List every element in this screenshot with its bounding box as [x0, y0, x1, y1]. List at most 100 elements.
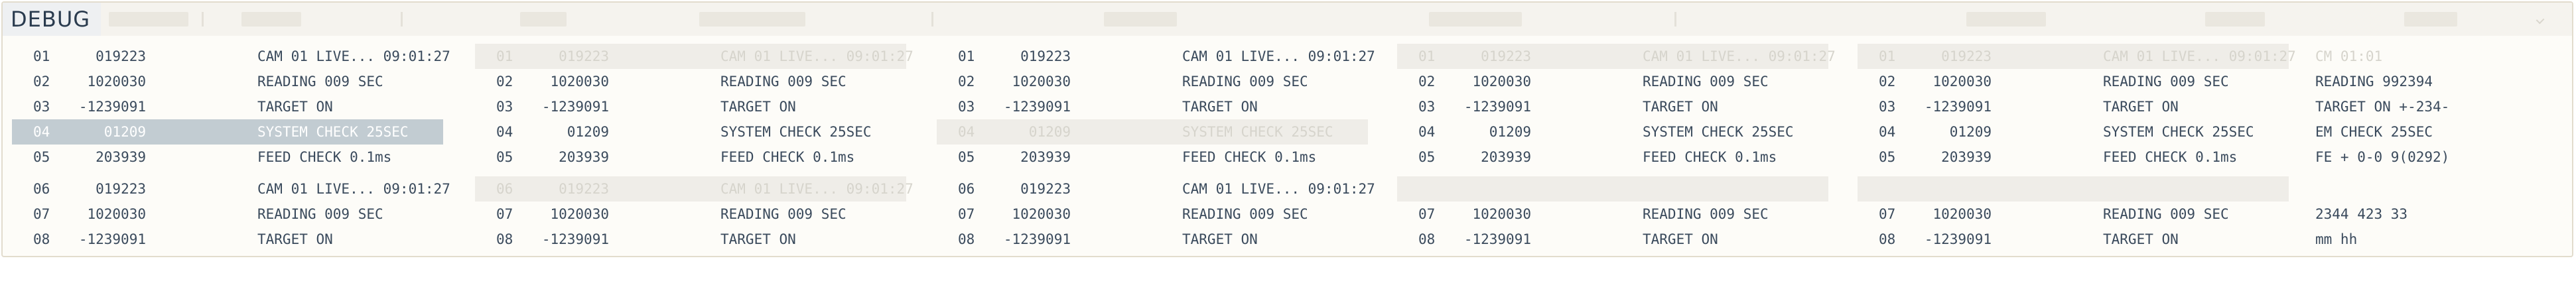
log-row[interactable]: 03 -1239091 TARGET ON: [12, 94, 443, 119]
row-value: -1239091: [1463, 231, 1531, 247]
row-description: TARGET ON: [257, 231, 333, 247]
log-row[interactable]: [1397, 176, 1828, 202]
row-number: 05: [1418, 149, 1436, 165]
log-row[interactable]: 02 1020030 READING 009 SEC: [937, 69, 1368, 94]
row-description: READING 009 SEC: [257, 74, 383, 89]
row-description: CAM 01 LIVE... 09:01:27: [1643, 48, 1836, 64]
log-row[interactable]: 02 1020030 READING 009 SEC: [12, 69, 443, 94]
toolbar-tab[interactable]: [520, 12, 567, 27]
row-value: 019223: [96, 48, 146, 64]
log-row[interactable]: 03 -1239091 TARGET ON: [475, 94, 906, 119]
log-row[interactable]: 02 1020030 READING 009 SEC: [475, 69, 906, 94]
log-row[interactable]: 08 -1239091 TARGET ON: [1397, 227, 1828, 252]
row-description: FEED CHECK 0.1ms: [720, 149, 855, 165]
row-number: 03: [1418, 99, 1436, 115]
toolbar-divider: [401, 12, 403, 27]
row-number: 04: [1418, 124, 1436, 140]
row-number: 06: [33, 181, 50, 197]
row-number: 02: [958, 74, 975, 89]
row-number: 01: [958, 48, 975, 64]
log-row[interactable]: 01 019223 CAM 01 LIVE... 09:01:27: [937, 44, 1375, 69]
row-value: 203939: [1020, 149, 1071, 165]
row-value: -1239091: [1003, 99, 1071, 115]
log-row[interactable]: 08 -1239091 TARGET ON: [12, 227, 443, 252]
log-row[interactable]: 07 1020030 READING 009 SEC: [475, 202, 906, 227]
log-row[interactable]: 07 1020030 READING 009 SEC 2344 423 33: [1858, 202, 2407, 227]
row-number: 01: [1418, 48, 1436, 64]
toolbar-tab[interactable]: [1429, 12, 1522, 27]
row-number: 07: [1418, 206, 1436, 222]
log-row[interactable]: 04 01209 SYSTEM CHECK 25SEC EM CHECK 25SEC: [1858, 119, 2433, 145]
log-row[interactable]: 02 1020030 READING 009 SEC READING 992394: [1858, 69, 2433, 94]
log-panel-2: 01 019223 CAM 01 LIVE... 09:01:27 02 1020030…: [475, 44, 914, 252]
log-row[interactable]: 08 -1239091 TARGET ON mm hh: [1858, 227, 2357, 252]
row-number: 08: [496, 231, 513, 247]
log-row[interactable]: 01 019223 CAM 01 LIVE... 09:01:27: [12, 44, 450, 69]
row-number: 07: [496, 206, 513, 222]
toolbar-tab[interactable]: [241, 12, 301, 27]
log-row[interactable]: 07 1020030 READING 009 SEC: [1397, 202, 1828, 227]
row-value: 1020030: [1472, 206, 1531, 222]
log-row[interactable]: 03 -1239091 TARGET ON: [937, 94, 1368, 119]
row-number: 08: [958, 231, 975, 247]
log-row[interactable]: 06 019223 CAM 01 LIVE... 09:01:27: [12, 176, 450, 202]
log-row[interactable]: 05 203939 FEED CHECK 0.1ms FE + 0-0 9(0292): [1858, 145, 2449, 170]
log-row[interactable]: 04 01209 SYSTEM CHECK 25SEC: [1397, 119, 1828, 145]
log-row[interactable]: 07 1020030 READING 009 SEC: [937, 202, 1368, 227]
toolbar-tab[interactable]: [699, 12, 805, 27]
row-number: 05: [1879, 149, 1896, 165]
log-row[interactable]: 04 01209 SYSTEM CHECK 25SEC: [12, 119, 443, 145]
log-row[interactable]: 06 019223 CAM 01 LIVE... 09:01:27: [475, 176, 914, 202]
app-title: DEBUG: [3, 3, 101, 36]
row-number: 05: [958, 149, 975, 165]
row-value: -1239091: [1463, 99, 1531, 115]
row-description: FEED CHECK 0.1ms: [257, 149, 392, 165]
log-row[interactable]: 08 -1239091 TARGET ON: [937, 227, 1368, 252]
log-row[interactable]: 01 019223 CAM 01 LIVE... 09:01:27: [475, 44, 914, 69]
log-panel-4: 01 019223 CAM 01 LIVE... 09:01:27 02 1020030…: [1397, 44, 1836, 252]
log-row[interactable]: 02 1020030 READING 009 SEC: [1397, 69, 1828, 94]
chevron-icon[interactable]: [2536, 15, 2545, 25]
log-row[interactable]: 07 1020030 READING 009 SEC: [12, 202, 443, 227]
log-row[interactable]: [1858, 176, 2289, 202]
row-value: -1239091: [78, 99, 146, 115]
row-description: TARGET ON: [1182, 231, 1258, 247]
row-value: -1239091: [78, 231, 146, 247]
row-value: 1020030: [1012, 74, 1071, 89]
row-description: READING 009 SEC: [1643, 74, 1769, 89]
row-number: 06: [496, 181, 513, 197]
row-extra: CM 01:01: [2315, 48, 2383, 64]
log-row[interactable]: 03 -1239091 TARGET ON TARGET ON +-234-: [1858, 94, 2449, 119]
log-row[interactable]: 08 -1239091 TARGET ON: [475, 227, 906, 252]
log-row[interactable]: 01 019223 CAM 01 LIVE... 09:01:27: [1397, 44, 1836, 69]
log-panel-1: 01 019223 CAM 01 LIVE... 09:01:27 02 1020030…: [12, 44, 450, 252]
row-description: SYSTEM CHECK 25SEC: [257, 124, 409, 140]
row-description: CAM 01 LIVE... 09:01:27: [257, 181, 450, 197]
toolbar-tab[interactable]: [109, 12, 188, 27]
row-value: 1020030: [87, 74, 146, 89]
log-row[interactable]: 05 203939 FEED CHECK 0.1ms: [475, 145, 906, 170]
row-description: TARGET ON: [1182, 99, 1258, 115]
log-row[interactable]: 05 203939 FEED CHECK 0.1ms: [1397, 145, 1828, 170]
toolbar-tab[interactable]: [1104, 12, 1177, 27]
row-value: -1239091: [1924, 231, 1992, 247]
log-row[interactable]: 04 01209 SYSTEM CHECK 25SEC: [937, 119, 1368, 145]
log-row[interactable]: 05 203939 FEED CHECK 0.1ms: [937, 145, 1368, 170]
row-extra: mm hh: [2315, 231, 2358, 247]
row-number: 07: [33, 206, 50, 222]
log-row[interactable]: 05 203939 FEED CHECK 0.1ms: [12, 145, 443, 170]
row-value: -1239091: [1003, 231, 1071, 247]
toolbar-tab[interactable]: [2205, 12, 2265, 27]
log-row[interactable]: 06 019223 CAM 01 LIVE... 09:01:27: [937, 176, 1375, 202]
toolbar-tab[interactable]: [1966, 12, 2046, 27]
row-description: READING 009 SEC: [2103, 74, 2229, 89]
log-row[interactable]: 03 -1239091 TARGET ON: [1397, 94, 1828, 119]
log-row[interactable]: 04 01209 SYSTEM CHECK 25SEC: [475, 119, 906, 145]
row-number: 04: [496, 124, 513, 140]
row-extra: TARGET ON +-234-: [2315, 99, 2450, 115]
row-value: 1020030: [1472, 74, 1531, 89]
toolbar-tab[interactable]: [2404, 12, 2457, 27]
row-description: READING 009 SEC: [720, 206, 847, 222]
row-value: 1020030: [1932, 74, 1992, 89]
log-row[interactable]: 01 019223 CAM 01 LIVE... 09:01:27 CM 01:01: [1858, 44, 2382, 69]
